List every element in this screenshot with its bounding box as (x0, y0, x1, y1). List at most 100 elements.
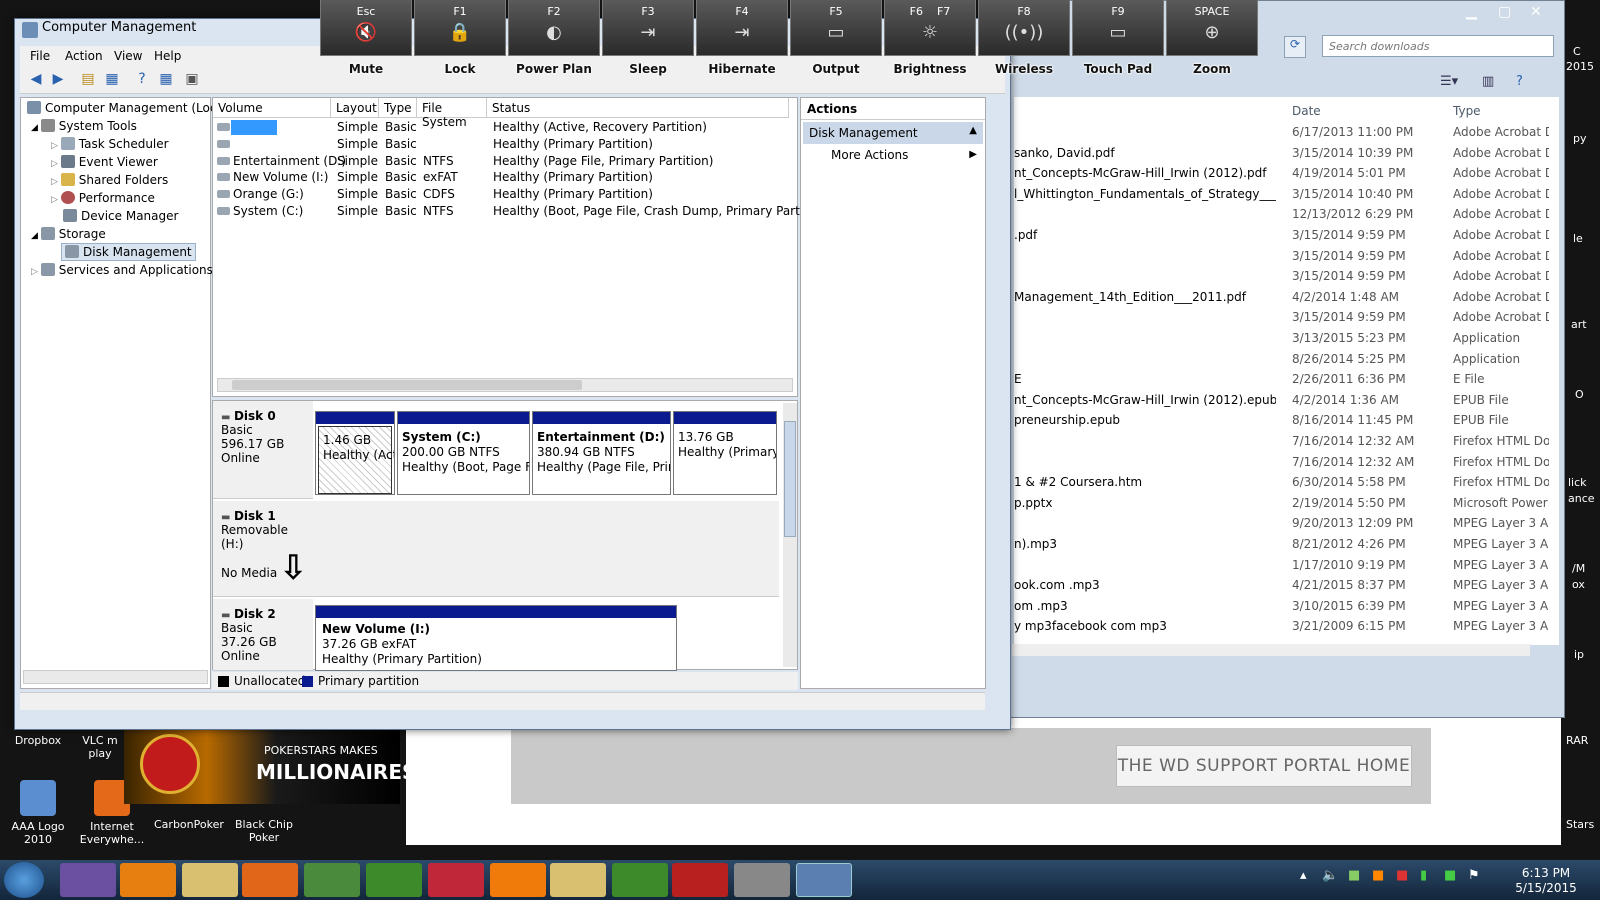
file-row[interactable]: E 2/26/2011 6:36 PM E File (1014, 369, 1549, 390)
actions-disk-management[interactable]: Disk Management ▲ (803, 122, 983, 144)
tree-node-event-viewer[interactable]: ▷ Event Viewer (51, 155, 158, 169)
file-row[interactable]: 8/26/2014 5:25 PM Application (1014, 349, 1549, 370)
expand-arrow-icon[interactable]: ▷ (51, 195, 61, 205)
tray-app-icon[interactable]: ■ (1396, 868, 1408, 883)
tree-node-system-tools[interactable]: ◢ System Tools (31, 119, 137, 133)
menu-view[interactable]: View (114, 49, 142, 63)
file-explorer-icon[interactable] (182, 863, 238, 897)
back-arrow-icon[interactable]: ◀ (26, 71, 46, 91)
explorer-hscrollbar[interactable] (1012, 644, 1530, 656)
expand-arrow-icon[interactable]: ▷ (31, 267, 41, 277)
column-header-type[interactable]: Type (379, 98, 417, 118)
scrollbar-thumb[interactable] (232, 380, 582, 390)
file-row[interactable]: 3/15/2014 9:59 PM Adobe Acrobat D (1014, 246, 1549, 267)
column-header-layout[interactable]: Layout (331, 98, 379, 118)
desktop-icon-blackchip[interactable]: Black Chip Poker (230, 818, 298, 844)
refresh-icon[interactable]: ⟳ (1284, 36, 1306, 58)
file-row[interactable]: p.pptx 2/19/2014 5:50 PM Microsoft Power (1014, 493, 1549, 514)
file-row[interactable]: 7/16/2014 12:32 AM Firefox HTML Do (1014, 452, 1549, 473)
scrollbar-thumb[interactable] (784, 421, 796, 537)
orange-icon[interactable] (490, 863, 546, 897)
show-hide-tree-icon[interactable]: ▦ (102, 71, 122, 91)
desktop-icon-aaa-logo[interactable]: AAA Logo 2010 (4, 780, 72, 846)
pokerstars-ad[interactable]: POKERSTARS MAKES MILLIONAIRES (124, 728, 416, 804)
expand-arrow-icon[interactable]: ▷ (51, 177, 61, 187)
partition-primary-13gb[interactable]: 13.76 GB Healthy (Primary (673, 411, 777, 495)
file-row[interactable]: nt_Concepts-McGraw-Hill_Irwin (2012).pdf… (1014, 163, 1549, 184)
tree-node-device-manager[interactable]: Device Manager (63, 209, 178, 223)
disk-utility-icon[interactable] (734, 863, 790, 897)
action-center-icon[interactable]: ⚑ (1468, 868, 1480, 883)
forward-arrow-icon[interactable]: ▶ (48, 71, 68, 91)
tree-node-storage[interactable]: ◢ Storage (31, 227, 106, 241)
tray-app-icon[interactable]: ■ (1372, 868, 1384, 883)
file-row[interactable]: .pdf 3/15/2014 9:59 PM Adobe Acrobat D (1014, 225, 1549, 246)
volume-row[interactable]: New Volume (I:) Simple Basic exFAT Healthy (… (213, 169, 793, 186)
tree-node-shared-folders[interactable]: ▷ Shared Folders (51, 173, 168, 187)
view-options[interactable]: ☰▾ ▥ ? (1440, 74, 1540, 92)
menu-file[interactable]: File (30, 49, 50, 63)
collapse-arrow-icon[interactable]: ◢ (31, 231, 41, 241)
wd-support-portal-button[interactable]: THE WD SUPPORT PORTAL HOME (1116, 745, 1412, 787)
menu-help[interactable]: Help (154, 49, 181, 63)
tree-node-task-scheduler[interactable]: ▷ Task Scheduler (51, 137, 169, 151)
more-actions[interactable]: More Actions ▶ (831, 148, 981, 166)
desktop-icon-dropbox[interactable]: Dropbox (4, 734, 72, 747)
tree-hscrollbar[interactable] (23, 670, 208, 684)
tray-app-icon[interactable]: ■ (1444, 868, 1456, 883)
desktop-icon-carbonpoker[interactable]: CarbonPoker (154, 818, 224, 831)
tray-app-icon[interactable]: ■ (1348, 868, 1360, 883)
file-row[interactable]: ook.com .mp3 4/21/2015 8:37 PM MPEG Layer … (1014, 575, 1549, 596)
itunes-icon[interactable] (428, 863, 484, 897)
up-folder-icon[interactable]: ▤ (78, 71, 98, 91)
expand-arrow-icon[interactable]: ▷ (51, 159, 61, 169)
minimize-icon[interactable]: ▁ (1466, 4, 1477, 20)
collapse-arrow-icon[interactable]: ▲ (969, 125, 977, 136)
collapse-arrow-icon[interactable]: ◢ (31, 123, 41, 133)
volume-icon[interactable]: 🔈 (1322, 868, 1338, 883)
volume-row[interactable]: Simple Basic Healthy (Active, Recovery Par… (213, 119, 793, 136)
chrome-icon[interactable] (304, 863, 360, 897)
search-downloads-input[interactable]: Search downloads (1322, 35, 1554, 57)
file-row[interactable]: sanko, David.pdf 3/15/2014 10:39 PM Adobe … (1014, 143, 1549, 164)
tray-expand-icon[interactable]: ▴ (1300, 868, 1307, 883)
pokerstars-icon[interactable] (672, 863, 728, 897)
graph-vscrollbar[interactable] (783, 403, 797, 667)
file-row[interactable]: nt_Concepts-McGraw-Hill_Irwin (2012).epu… (1014, 390, 1549, 411)
file-row[interactable]: 7/16/2014 12:32 AM Firefox HTML Do (1014, 431, 1549, 452)
volume-row[interactable]: Simple Basic Healthy (Primary Partition) (213, 136, 793, 153)
file-row[interactable]: y mp3facebook com mp3 3/21/2009 6:15 PM MP… (1014, 616, 1549, 637)
file-row[interactable]: preneurship.epub 8/16/2014 11:45 PM EPUB F… (1014, 410, 1549, 431)
vlc-icon[interactable] (120, 863, 176, 897)
partition-entertainment-d[interactable]: Entertainment (D:) 380.94 GB NTFS Health… (532, 411, 671, 495)
file-row[interactable]: 12/13/2012 6:29 PM Adobe Acrobat D (1014, 204, 1549, 225)
disk-0-info[interactable]: ▬ Disk 0 Basic 596.17 GB Online (213, 401, 313, 499)
viber-icon[interactable] (60, 863, 116, 897)
clock[interactable]: 6:13 PM 5/15/2015 (1506, 866, 1586, 896)
file-row[interactable]: Management_14th_Edition___2011.pdf 4/2/20… (1014, 287, 1549, 308)
file-row[interactable]: om .mp3 3/10/2015 6:39 PM MPEG Layer 3 Au (1014, 596, 1549, 617)
folder-icon[interactable] (550, 863, 606, 897)
maximize-icon[interactable]: ▢ (1498, 4, 1511, 20)
export-list-icon[interactable]: ▣ (182, 71, 202, 91)
column-header-status[interactable]: Status (487, 98, 789, 118)
file-row[interactable]: 3/15/2014 9:59 PM Adobe Acrobat D (1014, 266, 1549, 287)
disk-2-info[interactable]: ▬ Disk 2 Basic 37.26 GB Online (213, 599, 313, 671)
file-row[interactable]: l_Whittington_Fundamentals_of_Strategy__… (1014, 184, 1549, 205)
volume-row[interactable]: Entertainment (D:) Simple Basic NTFS Healthy… (213, 153, 793, 170)
file-row[interactable]: 9/20/2013 12:09 PM MPEG Layer 3 Au (1014, 513, 1549, 534)
file-row[interactable]: 3/13/2015 5:23 PM Application (1014, 328, 1549, 349)
volume-row[interactable]: Orange (G:) Simple Basic CDFS Healthy (Prima… (213, 186, 793, 203)
tree-node-services-and-applications[interactable]: ▷ Services and Applications (31, 263, 213, 277)
properties-icon[interactable]: ▦ (156, 71, 176, 91)
network-icon[interactable]: ▮ (1420, 868, 1427, 883)
tree-node-disk-management[interactable]: Disk Management (61, 243, 196, 261)
volume-list-hscrollbar[interactable] (217, 378, 793, 392)
help-icon[interactable]: ? (1516, 74, 1523, 89)
file-row[interactable]: 1/17/2010 9:19 PM MPEG Layer 3 Au (1014, 555, 1549, 576)
firefox-icon[interactable] (242, 863, 298, 897)
file-row[interactable]: n).mp3 8/21/2012 4:26 PM MPEG Layer 3 Au (1014, 534, 1549, 555)
close-icon[interactable]: ✕ (1530, 4, 1542, 20)
partition-new-volume-i[interactable]: New Volume (I:) 37.26 GB exFAT Healthy (… (315, 605, 677, 671)
tree-node-performance[interactable]: ▷ Performance (51, 191, 155, 205)
